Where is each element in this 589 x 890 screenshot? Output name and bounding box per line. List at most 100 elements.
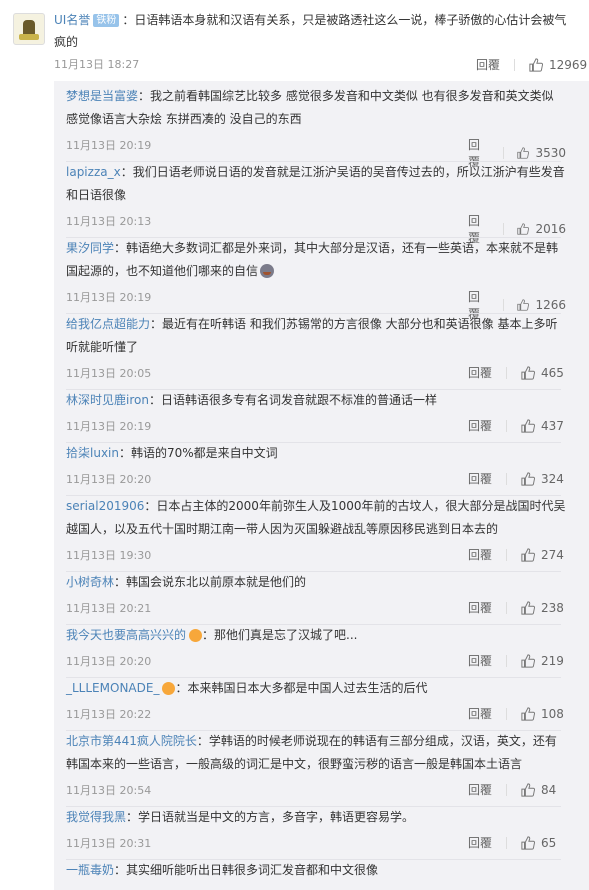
like-count: 3530 — [535, 146, 566, 160]
divider — [506, 836, 508, 849]
reply-body: 拾柒luxin：韩语的70%都是来自中文词 — [66, 442, 566, 465]
reply-body: 梦想是当富婆：我之前看韩国综艺比较多 感觉很多发音和中文类似 也有很多发音和英文… — [66, 85, 566, 131]
reply-body: serial201906：日本占主体的2000年前弥生人及1000年前的古坟人，… — [66, 495, 566, 541]
reply-username[interactable]: 我觉得我黑 — [66, 810, 126, 824]
reply-time: 11月13日 20:22 — [66, 708, 152, 721]
comment-username[interactable]: UI名誉 — [54, 13, 90, 27]
reply-actions: 回覆 238 — [468, 599, 564, 616]
divider — [506, 366, 508, 379]
vip-badge-icon — [162, 682, 176, 695]
like-count: 238 — [541, 600, 564, 615]
reply-text: ：韩国会说东北以前原本就是他们的 — [114, 575, 307, 589]
reply-button[interactable]: 回覆 — [468, 652, 492, 669]
reply-actions: 回覆 219 — [468, 652, 564, 669]
thumbs-up-icon[interactable] — [521, 471, 536, 486]
thumbs-up-icon[interactable] — [521, 418, 536, 433]
fan-badge: 铁粉 — [93, 14, 120, 27]
reply-button[interactable]: 回覆 — [468, 599, 492, 616]
reply-username[interactable]: 林深时见鹿iron — [66, 393, 149, 407]
reply-username[interactable]: 果汐同学 — [66, 241, 114, 255]
reply-username[interactable]: 一瓶毒奶 — [66, 863, 114, 877]
divider — [506, 707, 508, 720]
thumbs-up-icon[interactable] — [521, 547, 536, 562]
thumbs-up-icon[interactable] — [521, 653, 536, 668]
like-count: 108 — [541, 706, 564, 721]
reply-username[interactable]: _LLLEMONADE_ — [66, 681, 159, 695]
reply-item: _LLLEMONADE_ ：本来韩国日本大多都是中国人过去生活的后代 11月13日 … — [66, 677, 566, 731]
emoji-icon — [260, 264, 275, 278]
reply-body: 小树奇林：韩国会说东北以前原本就是他们的 — [66, 571, 566, 594]
reply-body: 一瓶毒奶：其实细听能听出日韩很多词汇发音都和中文很像 — [66, 859, 566, 882]
reply-button[interactable]: 回覆 — [468, 546, 492, 563]
reply-button[interactable]: 回覆 — [468, 364, 492, 381]
reply-text: ：那他们真是忘了汉城了吧... — [202, 628, 358, 642]
divider — [506, 601, 508, 614]
reply-username[interactable]: lapizza_x — [66, 165, 121, 179]
reply-item: 给我亿点超能力：最近有在听韩语 和我们苏锡常的方言很像 大部分也和英语很像 基本… — [66, 313, 566, 390]
reply-actions: 回覆 84 — [468, 781, 556, 798]
reply-time: 11月13日 20:19 — [66, 291, 152, 304]
reply-username[interactable]: 小树奇林 — [66, 575, 114, 589]
divider — [506, 419, 508, 432]
reply-actions: 回覆 437 — [468, 417, 564, 434]
like-count: 219 — [541, 653, 564, 668]
reply-item: serial201906：日本占主体的2000年前弥生人及1000年前的古坟人，… — [66, 495, 566, 572]
reply-username[interactable]: 我今天也要高高兴兴的 — [66, 628, 186, 642]
divider — [514, 58, 516, 71]
reply-text: ：韩语的70%都是来自中文词 — [118, 446, 278, 460]
reply-button[interactable]: 回覆 — [468, 834, 492, 851]
vip-badge-icon — [189, 629, 203, 642]
reply-time: 11月13日 20:19 — [66, 420, 152, 433]
reply-text: ：韩语绝大多数词汇都是外来词，其中大部分是汉语，还有一些英语，本来就不是韩国起源… — [66, 241, 559, 278]
comment-actions: 回覆 12969 — [476, 56, 587, 73]
like-count: 465 — [541, 365, 564, 380]
reply-text: ：我们日语老师说日语的发音就是江浙沪吴语的吴音传过去的，所以江浙沪有些发音和日语… — [66, 165, 565, 202]
reply-button[interactable]: 回覆 — [468, 417, 492, 434]
reply-body: 给我亿点超能力：最近有在听韩语 和我们苏锡常的方言很像 大部分也和英语很像 基本… — [66, 313, 566, 359]
divider — [506, 783, 508, 796]
thumbs-up-icon[interactable] — [521, 782, 536, 797]
reply-actions: 回覆 274 — [468, 546, 564, 563]
divider — [506, 548, 508, 561]
reply-text: ：日语韩语很多专有名词发音就跟不标准的普通话一样 — [148, 393, 437, 407]
reply-time: 11月13日 19:30 — [66, 549, 152, 562]
reply-item: 梦想是当富婆：我之前看韩国综艺比较多 感觉很多发音和中文类似 也有很多发音和英文… — [66, 85, 566, 169]
thumbs-up-icon[interactable] — [521, 600, 536, 615]
reply-username[interactable]: 给我亿点超能力 — [66, 317, 150, 331]
reply-username[interactable]: 梦想是当富婆 — [66, 89, 138, 103]
thumbs-up-icon[interactable] — [521, 365, 536, 380]
reply-body: 林深时见鹿iron：日语韩语很多专有名词发音就跟不标准的普通话一样 — [66, 389, 566, 412]
reply-time: 11月13日 20:31 — [66, 837, 152, 850]
reply-username[interactable]: serial201906 — [66, 499, 144, 513]
reply-button[interactable]: 回覆 — [476, 56, 500, 73]
reply-button[interactable]: 回覆 — [468, 781, 492, 798]
reply-body: 果汐同学：韩语绝大多数词汇都是外来词，其中大部分是汉语，还有一些英语，本来就不是… — [66, 237, 566, 283]
thumbs-up-icon[interactable] — [517, 222, 530, 236]
reply-text: ：学日语就当是中文的方言，多音字，韩语更容易学。 — [126, 810, 415, 824]
reply-body: lapizza_x：我们日语老师说日语的发音就是江浙沪吴语的吴音传过去的，所以江… — [66, 161, 566, 207]
reply-actions: 回覆 324 — [468, 470, 564, 487]
like-count: 274 — [541, 547, 564, 562]
thumbs-up-icon[interactable] — [517, 298, 530, 312]
thumbs-up-icon[interactable] — [521, 835, 536, 850]
reply-button[interactable]: 回覆 — [468, 470, 492, 487]
user-avatar[interactable] — [13, 13, 45, 45]
comment-time: 11月13日 18:27 — [54, 58, 140, 71]
reply-time: 11月13日 20:05 — [66, 367, 152, 380]
thumbs-up-icon[interactable] — [517, 146, 530, 160]
reply-body: 北京市第441疯人院院长：学韩语的时候老师说现在的韩语有三部分组成，汉语，英文，… — [66, 730, 566, 776]
reply-item: 一瓶毒奶：其实细听能听出日韩很多词汇发音都和中文很像 — [66, 859, 566, 882]
reply-time: 11月13日 20:20 — [66, 473, 152, 486]
reply-button[interactable]: 回覆 — [468, 705, 492, 722]
reply-body: 我今天也要高高兴兴的 ：那他们真是忘了汉城了吧... — [66, 624, 566, 647]
divider — [502, 299, 504, 311]
reply-item: 北京市第441疯人院院长：学韩语的时候老师说现在的韩语有三部分组成，汉语，英文，… — [66, 730, 566, 807]
reply-time: 11月13日 20:13 — [66, 215, 152, 228]
reply-username[interactable]: 北京市第441疯人院院长 — [66, 734, 197, 748]
thumbs-up-icon[interactable] — [529, 57, 544, 72]
reply-username[interactable]: 拾柒luxin — [66, 446, 119, 460]
divider — [506, 654, 508, 667]
reply-time: 11月13日 20:20 — [66, 655, 152, 668]
reply-time: 11月13日 20:19 — [66, 139, 152, 152]
thumbs-up-icon[interactable] — [521, 706, 536, 721]
